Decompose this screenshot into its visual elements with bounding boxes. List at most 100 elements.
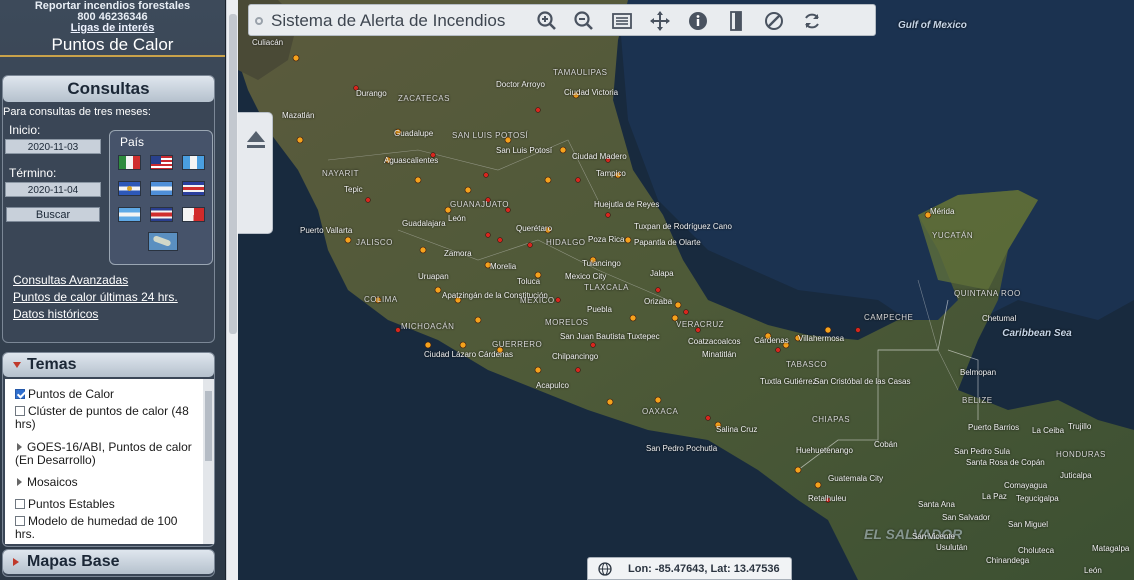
map-label: MORELOS — [545, 318, 589, 327]
hotspot-marker[interactable] — [497, 237, 503, 243]
hotspot-marker[interactable] — [485, 232, 491, 238]
mapas-base-header[interactable]: Mapas Base — [3, 550, 214, 574]
hotspot-marker[interactable] — [474, 316, 482, 324]
map-label: Puebla — [587, 305, 612, 314]
hotspot-marker[interactable] — [419, 246, 427, 254]
map-label: Acapulco — [536, 381, 569, 390]
puntos-24h-link[interactable]: Puntos de calor últimas 24 hrs. — [13, 290, 178, 304]
map-label: Belmopan — [960, 368, 997, 377]
zoom-out-icon[interactable] — [573, 10, 595, 32]
hotspot-marker[interactable] — [775, 347, 781, 353]
expand-arrow-icon[interactable] — [17, 443, 22, 451]
buscar-button[interactable]: Buscar — [6, 207, 100, 222]
flag-nicaragua-icon[interactable] — [118, 207, 141, 222]
layer-cluster[interactable]: Clúster de puntos de calor (48 hrs) — [15, 405, 195, 431]
toolbar-title: Sistema de Alerta de Incendios — [271, 11, 506, 30]
flag-guatemala-icon[interactable] — [182, 155, 205, 170]
pan-move-icon[interactable] — [649, 10, 671, 32]
hotspot-marker[interactable] — [629, 314, 637, 322]
layer-humedad[interactable]: Modelo de humedad de 100 hrs. — [15, 515, 195, 541]
flag-panama-icon[interactable] — [182, 207, 205, 222]
layer-mosaicos[interactable]: Mosaicos — [15, 476, 195, 489]
consultas-header[interactable]: Consultas — [3, 76, 214, 102]
hotspot-marker[interactable] — [534, 366, 542, 374]
datos-historicos-link[interactable]: Datos históricos — [13, 307, 98, 321]
flag-mexico-icon[interactable] — [118, 155, 141, 170]
hotspot-marker[interactable] — [605, 212, 611, 218]
termino-date-field[interactable]: 2020-11-04 — [5, 182, 101, 197]
hotspot-marker[interactable] — [296, 136, 304, 144]
toggle-panel-button[interactable] — [238, 112, 273, 234]
hotspot-marker[interactable] — [365, 197, 371, 203]
flag-el-salvador-icon[interactable] — [118, 181, 141, 196]
layer-label: Puntos Estables — [28, 497, 115, 511]
flag-costa-rica-icon[interactable] — [150, 207, 173, 222]
map-label: Trujillo — [1068, 422, 1092, 431]
checkbox-icon[interactable] — [15, 499, 25, 509]
info-icon[interactable] — [687, 10, 709, 32]
sidebar-scrollbar[interactable] — [226, 0, 238, 580]
hotspot-marker[interactable] — [434, 286, 442, 294]
expand-arrow-icon[interactable] — [17, 478, 22, 486]
hotspot-marker[interactable] — [414, 176, 422, 184]
inicio-date-field[interactable]: 2020-11-03 — [5, 139, 101, 154]
temas-scroll-thumb[interactable] — [205, 391, 212, 461]
hotspot-marker[interactable] — [344, 236, 352, 244]
hotspot-marker[interactable] — [544, 176, 552, 184]
checkbox-icon[interactable] — [15, 516, 25, 526]
hotspot-marker[interactable] — [575, 367, 581, 373]
collapse-caret-icon — [13, 362, 21, 368]
hotspot-marker[interactable] — [555, 297, 561, 303]
swipe-compare-icon[interactable] — [725, 10, 747, 32]
hotspot-marker[interactable] — [590, 342, 596, 348]
flag-honduras-icon[interactable] — [150, 181, 173, 196]
map-label: CAMPECHE — [864, 313, 914, 322]
hotspot-marker[interactable] — [655, 287, 661, 293]
refresh-icon[interactable] — [801, 10, 823, 32]
layer-goes16[interactable]: GOES-16/ABI, Puntos de calor (En Desarro… — [15, 441, 195, 467]
map-label: HIDALGO — [546, 238, 586, 247]
hotspot-marker[interactable] — [535, 107, 541, 113]
link-icon[interactable] — [763, 10, 785, 32]
hotspot-marker[interactable] — [292, 54, 300, 62]
hotspot-marker[interactable] — [527, 242, 533, 248]
flag-usa-icon[interactable] — [150, 155, 173, 170]
hotspot-marker[interactable] — [624, 236, 632, 244]
map-label: Chinandega — [986, 556, 1030, 565]
layer-puntos-calor[interactable]: Puntos de Calor — [15, 388, 195, 401]
hotspot-marker[interactable] — [575, 177, 581, 183]
hotspot-marker[interactable] — [794, 466, 802, 474]
hotspot-marker[interactable] — [606, 398, 614, 406]
map-label: Ciudad Lázaro Cárdenas — [424, 350, 513, 359]
consultas-avanzadas-link[interactable]: Consultas Avanzadas — [13, 273, 128, 287]
map-view[interactable]: Culiacán Durango Mazatlán ZACATECAS TAMA… — [238, 0, 1134, 580]
layers-list-icon[interactable] — [611, 10, 633, 32]
hotspot-marker[interactable] — [855, 327, 861, 333]
zoom-in-icon[interactable] — [536, 10, 558, 32]
checkbox-icon[interactable] — [15, 406, 25, 416]
ligas-interes-link[interactable]: Ligas de interés — [0, 23, 225, 34]
hotspot-marker[interactable] — [459, 341, 467, 349]
checkbox-checked-icon[interactable] — [15, 389, 25, 399]
drag-handle-icon[interactable] — [255, 17, 263, 25]
central-america-region-icon[interactable] — [148, 232, 178, 251]
layer-puntos-estables[interactable]: Puntos Estables — [15, 498, 195, 511]
sidebar: Reportar incendios forestales 800 462363… — [0, 0, 226, 580]
hotspot-marker[interactable] — [464, 186, 472, 194]
hotspot-marker[interactable] — [824, 326, 832, 334]
hotspot-marker[interactable] — [654, 396, 662, 404]
sidebar-scroll-thumb[interactable] — [229, 14, 237, 334]
hotspot-marker[interactable] — [683, 309, 689, 315]
mapas-base-title: Mapas Base — [27, 553, 120, 570]
flag-belize-icon[interactable] — [182, 181, 205, 196]
hotspot-marker[interactable] — [814, 481, 822, 489]
hotspot-marker[interactable] — [395, 327, 401, 333]
hotspot-marker[interactable] — [705, 415, 711, 421]
map-label: San Salvador — [942, 513, 991, 522]
temas-header[interactable]: Temas — [3, 353, 214, 377]
hotspot-marker[interactable] — [559, 146, 567, 154]
hotspot-marker[interactable] — [483, 172, 489, 178]
temas-scrollbar[interactable] — [203, 379, 214, 544]
hotspot-marker[interactable] — [674, 301, 682, 309]
hotspot-marker[interactable] — [424, 341, 432, 349]
